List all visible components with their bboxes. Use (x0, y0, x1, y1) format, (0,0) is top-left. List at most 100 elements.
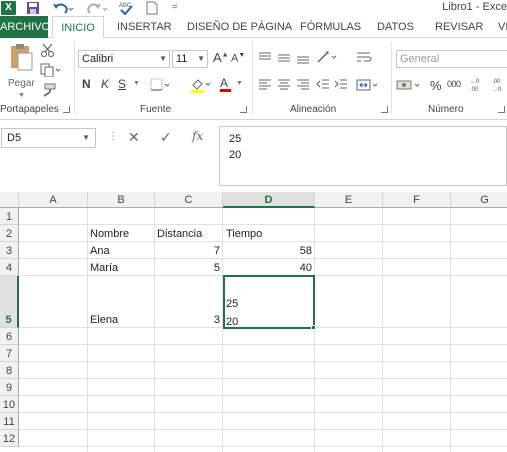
cell-c2[interactable]: Distancia (157, 228, 202, 241)
spreadsheet-grid: A B C D E F G 1 2 3 4 5 6 7 8 9 10 11 12… (0, 192, 507, 452)
column-header-b[interactable]: B (88, 192, 155, 208)
tab-diseno-de-pagina[interactable]: DISEÑO DE PÁGINA (187, 16, 292, 38)
formula-input[interactable]: 25 20 (219, 126, 507, 186)
borders-button[interactable] (150, 78, 172, 95)
row-header-11[interactable]: 11 (0, 413, 19, 430)
copy-button[interactable] (40, 63, 62, 80)
fill-color-button[interactable] (190, 77, 212, 96)
align-bottom-button[interactable] (296, 51, 310, 68)
row-header-9[interactable]: 9 (0, 379, 19, 396)
cell-b4[interactable]: María (90, 262, 118, 275)
increase-decimal-button[interactable]: ←0.00 (470, 76, 488, 95)
cell-d3[interactable]: 58 (223, 245, 312, 258)
column-header-c[interactable]: C (155, 192, 223, 208)
percent-style-button[interactable]: % (430, 78, 442, 93)
shrink-font-button[interactable]: A▼ (231, 52, 245, 65)
tab-archivo[interactable]: ARCHIVO (0, 16, 50, 38)
font-color-letter: A (220, 76, 229, 90)
cell-c4[interactable]: 5 (155, 262, 220, 275)
row-header-10[interactable]: 10 (0, 396, 19, 413)
cell-b5[interactable]: Elena (90, 314, 118, 327)
merge-center-button[interactable] (356, 78, 380, 95)
align-center-button[interactable] (277, 78, 291, 95)
cell-c3[interactable]: 7 (155, 245, 220, 258)
font-color-button[interactable]: A (220, 77, 231, 92)
redo-button[interactable] (86, 1, 108, 15)
spelling-button[interactable]: ABC (118, 1, 134, 16)
row-header-4[interactable]: 4 (0, 259, 19, 276)
tab-vista[interactable]: VI (498, 16, 507, 38)
cut-button[interactable] (40, 43, 56, 60)
wrap-text-button[interactable] (356, 50, 372, 67)
align-top-button[interactable] (258, 51, 272, 68)
orientation-icon (317, 51, 337, 63)
align-left-button[interactable] (258, 78, 272, 95)
row-header-12[interactable]: 12 (0, 430, 19, 447)
group-separator (74, 42, 75, 114)
enter-button[interactable]: ✓ (160, 129, 172, 146)
row-header-7[interactable]: 7 (0, 345, 19, 362)
comma-style-button[interactable]: 000 (447, 79, 461, 89)
orientation-button[interactable] (316, 50, 338, 67)
save-button[interactable] (26, 1, 40, 15)
number-format-combo[interactable]: General (396, 50, 507, 68)
bold-button[interactable]: N (82, 77, 91, 91)
borders-icon (150, 78, 170, 91)
undo-button[interactable] (52, 1, 74, 15)
fill-handle[interactable] (311, 325, 316, 330)
font-name-combo[interactable]: Calibri ▼ (78, 50, 170, 68)
decrease-decimal-button[interactable]: .00 →0 (492, 76, 507, 95)
paste-button[interactable]: Pegar ▼ (6, 42, 36, 99)
align-right-button[interactable] (296, 78, 310, 95)
scissors-icon (41, 43, 54, 57)
column-header-d[interactable]: D (223, 192, 315, 208)
accounting-format-button[interactable] (396, 78, 422, 95)
cell-b2[interactable]: Nombre (90, 228, 129, 241)
cancel-button[interactable]: ✕ (128, 129, 140, 146)
row-header-2[interactable]: 2 (0, 225, 19, 242)
row-header-5[interactable]: 5 (0, 276, 19, 328)
underline-dropdown-icon[interactable]: ▼ (133, 80, 140, 87)
increase-indent-button[interactable] (334, 78, 348, 95)
name-box[interactable]: D5 ▼ (1, 128, 96, 148)
cell-d2[interactable]: Tiempo (226, 228, 262, 241)
format-painter-button[interactable] (40, 83, 56, 100)
formula-bar-grip-icon[interactable]: ⋮ (108, 131, 118, 142)
column-header-g[interactable]: G (451, 192, 507, 208)
row-header-6[interactable]: 6 (0, 328, 19, 345)
gridline (19, 429, 507, 430)
tab-insertar[interactable]: INSERTAR (117, 16, 172, 38)
grow-font-button[interactable]: A▲ (213, 50, 229, 65)
tab-formulas[interactable]: FÓRMULAS (300, 16, 361, 38)
italic-button[interactable]: K (101, 77, 109, 91)
row-header-8[interactable]: 8 (0, 362, 19, 379)
gridline (87, 208, 88, 452)
tab-inicio[interactable]: INICIO (52, 16, 104, 39)
new-document-button[interactable] (146, 1, 158, 15)
number-launcher-icon[interactable] (498, 106, 505, 113)
underline-button[interactable]: S (118, 77, 126, 91)
undo-icon (53, 3, 74, 14)
row-header-1[interactable]: 1 (0, 208, 19, 225)
tab-datos[interactable]: DATOS (377, 16, 414, 38)
cell-d4[interactable]: 40 (223, 262, 312, 275)
column-header-a[interactable]: A (19, 192, 88, 208)
font-color-dropdown-icon[interactable]: ▼ (236, 80, 243, 87)
font-size-combo[interactable]: 11 ▼ (172, 50, 208, 68)
column-header-f[interactable]: F (383, 192, 451, 208)
column-header-e[interactable]: E (315, 192, 383, 208)
insert-function-button[interactable]: fx (192, 129, 203, 143)
row-header-3[interactable]: 3 (0, 242, 19, 259)
align-middle-button[interactable] (277, 51, 291, 68)
fill-color-icon (191, 79, 211, 93)
tab-revisar[interactable]: REVISAR (435, 16, 483, 38)
cell-c5[interactable]: 3 (155, 314, 220, 327)
font-launcher-icon[interactable] (240, 106, 247, 113)
alignment-launcher-icon[interactable] (381, 106, 388, 113)
customize-quick-access-button[interactable]: = (172, 1, 182, 15)
formula-line: 25 (229, 133, 242, 145)
clipboard-launcher-icon[interactable] (63, 106, 70, 113)
cell-b3[interactable]: Ana (90, 245, 110, 258)
select-all-corner[interactable] (0, 192, 19, 208)
decrease-indent-button[interactable] (316, 78, 330, 95)
